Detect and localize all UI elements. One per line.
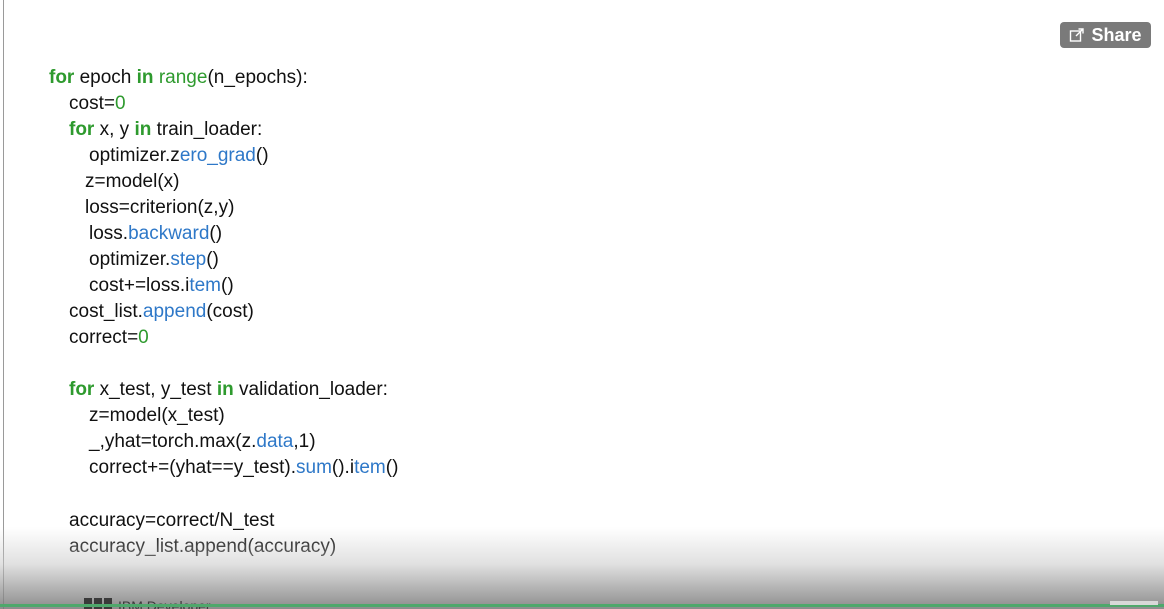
code-text: ,1) — [293, 431, 316, 452]
code-text: x_test, y_test — [94, 379, 217, 400]
code-keyword: in — [136, 67, 154, 88]
code-text: (n_epochs): — [207, 67, 308, 88]
code-method: ero_grad — [179, 145, 256, 166]
code-keyword: for — [49, 67, 75, 88]
code-method: step — [170, 249, 207, 270]
code-method: sum — [296, 457, 332, 478]
code-text: loss. — [89, 223, 129, 244]
code-line: z=model(x) — [85, 171, 180, 193]
code-text: _,yhat=torch.max(z. — [89, 431, 257, 452]
code-text: cost_list. — [69, 301, 143, 322]
code-line: correct+=(yhat==y_test).sum().item() — [89, 457, 398, 479]
share-icon — [1069, 27, 1085, 43]
code-text: () — [255, 145, 269, 166]
code-text: ().i — [331, 457, 355, 478]
code-text: correct+=(yhat==y_test). — [89, 457, 296, 478]
code-line: cost_list.append(cost) — [69, 301, 254, 323]
code-text: () — [206, 249, 219, 270]
code-text: cost+=loss.i — [89, 275, 190, 296]
code-line: cost+=loss.item() — [89, 275, 234, 297]
code-method: backward — [128, 223, 210, 244]
code-number: 0 — [138, 327, 149, 348]
code-method: tem — [189, 275, 222, 296]
code-method: data — [256, 431, 294, 452]
share-button[interactable]: Share — [1060, 22, 1151, 48]
video-progress-bar[interactable] — [0, 604, 1164, 607]
code-text: z=model(x) — [85, 171, 180, 192]
bottom-gradient-overlay — [0, 527, 1164, 609]
code-line: _,yhat=torch.max(z.data,1) — [89, 431, 316, 453]
code-line: correct=0 — [69, 327, 149, 349]
code-line: for x_test, y_test in validation_loader: — [69, 379, 388, 401]
code-keyword: for — [69, 379, 95, 400]
code-text: () — [209, 223, 223, 244]
code-line: optimizer.zero_grad() — [89, 145, 269, 167]
code-text: x, y — [94, 119, 135, 140]
code-text: validation_loader: — [233, 379, 388, 400]
code-line: z=model(x_test) — [89, 405, 225, 427]
code-text: (cost) — [206, 301, 254, 322]
code-keyword: for — [69, 119, 95, 140]
code-keyword: in — [216, 379, 234, 400]
code-line: loss=criterion(z,y) — [85, 197, 234, 219]
share-label: Share — [1091, 24, 1142, 45]
code-text: correct= — [69, 327, 139, 348]
code-number: 0 — [114, 93, 126, 114]
code-line: loss.backward() — [89, 223, 222, 245]
code-text: loss=criterion(z,y) — [85, 197, 235, 218]
code-text: () — [221, 275, 234, 296]
code-text: z=model(x_test) — [89, 405, 225, 426]
code-text: cost= — [69, 93, 115, 114]
code-text: epoch — [74, 67, 137, 88]
code-method: append — [142, 301, 207, 322]
frame-border — [3, 0, 4, 609]
progress-bar-end — [1110, 601, 1158, 605]
code-text: optimizer. — [89, 249, 171, 270]
code-builtin: range — [158, 67, 208, 88]
code-text: optimizer.z — [89, 145, 180, 166]
code-text: train_loader: — [151, 119, 263, 140]
code-line: for epoch in range(n_epochs): — [49, 67, 308, 89]
code-line: cost=0 — [69, 93, 126, 115]
code-line: for x, y in train_loader: — [69, 119, 262, 141]
code-method: tem — [354, 457, 386, 478]
video-frame: Share for epoch in range(n_epochs): cost=… — [0, 0, 1164, 609]
code-text: () — [385, 457, 399, 478]
code-line: optimizer.step() — [89, 249, 219, 271]
code-keyword: in — [134, 119, 152, 140]
